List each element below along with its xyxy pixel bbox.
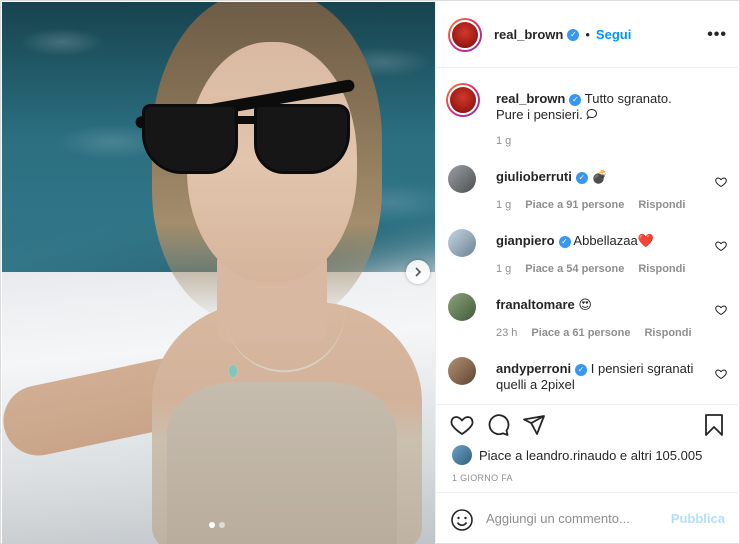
pendant — [228, 364, 238, 378]
comment-text: giulioberruti ✓ 💣 — [496, 169, 706, 185]
sunglasses — [134, 78, 356, 186]
speech-bubble-icon — [586, 109, 598, 120]
heart-icon[interactable] — [715, 176, 727, 188]
swimsuit-shape — [167, 382, 397, 544]
post-date[interactable]: 1 GIORNO FA — [452, 473, 513, 483]
comment-meta: 1 g Piace a 91 persone Rispondi — [496, 199, 685, 211]
comment-text: franaltomare 😍 — [496, 297, 706, 313]
comment-body: 😍 — [578, 297, 592, 312]
avatar[interactable] — [446, 83, 480, 117]
comment-time[interactable]: 23 h — [496, 327, 517, 339]
heart-icon[interactable] — [450, 413, 474, 437]
comment-body: 💣 — [591, 169, 608, 184]
comment-body: Abbellazaa❤️ — [573, 233, 654, 248]
comment-text: gianpiero ✓ Abbellazaa❤️ — [496, 233, 706, 249]
avatar[interactable] — [448, 357, 476, 385]
comment-body: I pensieri sgranati — [590, 361, 694, 376]
caption-text: real_brown ✓ Tutto sgranato. Pure i pensi… — [496, 91, 706, 123]
separator: • — [585, 27, 590, 42]
heart-icon[interactable] — [715, 304, 727, 316]
caption-meta: 1 g — [496, 135, 511, 147]
reply-button[interactable]: Rispondi — [638, 263, 685, 275]
comment-username[interactable]: gianpiero — [496, 233, 555, 248]
comment-meta: 1 g Piace a 54 persone Rispondi — [496, 263, 685, 275]
follow-button[interactable]: Segui — [596, 27, 631, 42]
comment-time[interactable]: 1 g — [496, 199, 511, 211]
carousel-dot — [219, 522, 225, 528]
comment-likes[interactable]: Piace a 91 persone — [525, 199, 624, 211]
heart-icon[interactable] — [715, 368, 727, 380]
reply-button[interactable]: Rispondi — [644, 327, 691, 339]
username-link[interactable]: real_brown — [494, 27, 563, 42]
chevron-right-icon — [415, 267, 422, 277]
publish-button[interactable]: Pubblica — [671, 511, 725, 526]
comments-list[interactable]: real_brown ✓ Tutto sgranato. Pure i pensi… — [436, 69, 740, 403]
caption-line-2: Pure i pensieri. — [496, 107, 583, 122]
carousel-dot — [209, 522, 215, 528]
emoji-icon[interactable] — [450, 508, 474, 532]
comment-text: andyperroni ✓ I pensieri sgranati quelli … — [496, 361, 706, 393]
likes-summary[interactable]: Piace a leandro.rinaudo e altri 105.005 — [452, 445, 702, 465]
verified-icon: ✓ — [575, 172, 588, 184]
verified-icon: ✓ — [575, 364, 588, 376]
verified-icon: ✓ — [569, 94, 582, 106]
carousel-dots — [209, 522, 225, 528]
likes-text[interactable]: Piace a leandro.rinaudo e altri 105.005 — [479, 448, 702, 463]
avatar[interactable] — [448, 165, 476, 193]
avatar[interactable] — [448, 293, 476, 321]
avatar[interactable] — [448, 17, 482, 52]
comment-time[interactable]: 1 g — [496, 263, 511, 275]
heart-icon[interactable] — [715, 240, 727, 252]
share-icon[interactable] — [522, 413, 546, 437]
caption-time[interactable]: 1 g — [496, 135, 511, 147]
bookmark-icon[interactable] — [702, 413, 726, 437]
post-photo[interactable] — [2, 2, 435, 544]
comment-icon[interactable] — [486, 413, 510, 437]
verified-icon: ✓ — [567, 28, 580, 41]
comment-likes[interactable]: Piace a 54 persone — [525, 263, 624, 275]
avatar[interactable] — [448, 229, 476, 257]
verified-icon: ✓ — [558, 236, 571, 248]
post-header: real_brown ✓ • Segui ••• — [436, 2, 740, 68]
comment-likes[interactable]: Piace a 61 persone — [531, 327, 630, 339]
comment-input[interactable] — [486, 511, 666, 526]
caption-line-1: Tutto sgranato. — [584, 91, 672, 106]
avatar[interactable] — [452, 445, 472, 465]
caption-username[interactable]: real_brown — [496, 91, 565, 106]
post-modal: real_brown ✓ • Segui ••• real_brown ✓ Tut… — [0, 0, 740, 544]
action-bar — [436, 404, 740, 444]
more-icon[interactable]: ••• — [707, 26, 727, 44]
post-side-panel: real_brown ✓ • Segui ••• real_brown ✓ Tut… — [435, 2, 740, 544]
comment-body-line-2: quelli a 2pixel — [496, 377, 575, 392]
comment-username[interactable]: franaltomare — [496, 297, 575, 312]
carousel-next-button[interactable] — [406, 260, 430, 284]
comment-username[interactable]: giulioberruti — [496, 169, 572, 184]
comment-username[interactable]: andyperroni — [496, 361, 571, 376]
comment-composer: Pubblica — [436, 492, 740, 544]
reply-button[interactable]: Rispondi — [638, 199, 685, 211]
comment-meta: 23 h Piace a 61 persone Rispondi — [496, 327, 692, 339]
